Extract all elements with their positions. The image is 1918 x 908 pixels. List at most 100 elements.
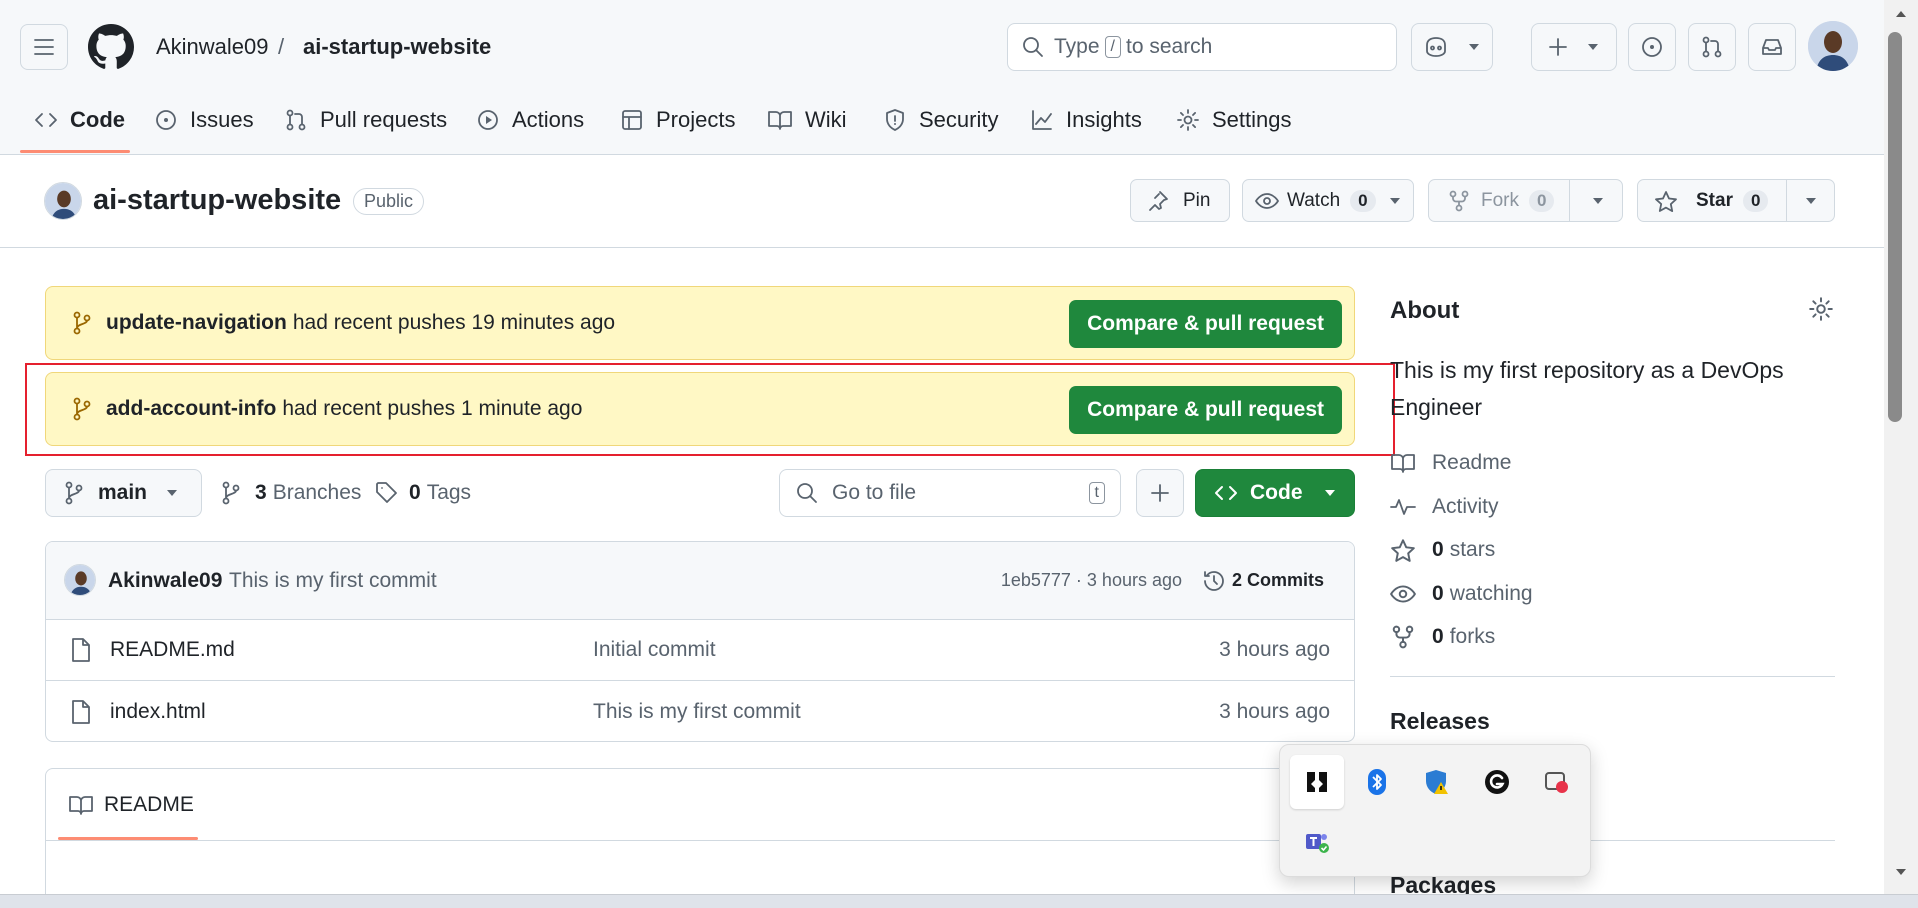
tags-label: Tags — [426, 481, 472, 504]
tab-issues[interactable]: Issues — [154, 102, 254, 138]
tab-insights[interactable]: Insights — [1030, 102, 1142, 138]
tray-app-notification[interactable] — [1530, 755, 1584, 809]
star-button[interactable]: Star 0 — [1637, 179, 1835, 222]
latest-commit-row: Akinwale09 This is my first commit 1eb57… — [46, 542, 1354, 620]
tab-wiki-label: Wiki — [805, 107, 847, 132]
go-to-file-shortcut: t — [1088, 482, 1105, 504]
add-file-button[interactable] — [1136, 469, 1184, 517]
readme-link-label: Readme — [1432, 451, 1512, 474]
forks-label: forks — [1449, 625, 1496, 648]
issues-button[interactable] — [1628, 23, 1676, 71]
copilot-button[interactable] — [1411, 23, 1493, 71]
user-avatar[interactable] — [1808, 21, 1858, 71]
file-row[interactable]: index.html This is my first commit 3 hou… — [46, 681, 1354, 741]
go-to-file-input[interactable]: Go to file t — [779, 469, 1121, 517]
banner-text: had recent pushes 19 minutes ago — [292, 311, 616, 334]
eye-icon — [1390, 585, 1416, 603]
file-commit-message[interactable]: This is my first commit — [593, 700, 801, 724]
stars-link[interactable]: 0 stars — [1390, 538, 1495, 562]
file-icon — [72, 638, 90, 662]
releases-heading[interactable]: Releases — [1390, 708, 1490, 735]
pin-button[interactable]: Pin — [1130, 179, 1230, 222]
fork-icon — [1449, 190, 1469, 211]
file-name[interactable]: index.html — [110, 700, 206, 724]
scrollbar-thumb[interactable] — [1888, 32, 1902, 422]
file-commit-message[interactable]: Initial commit — [593, 638, 716, 662]
commits-count: 2 Commits — [1231, 570, 1324, 590]
commits-history-link[interactable]: 2 Commits — [1202, 569, 1324, 593]
book-icon — [69, 796, 93, 815]
owner-avatar[interactable] — [44, 182, 82, 220]
forks-link[interactable]: 0 forks — [1390, 625, 1495, 649]
pin-icon — [1149, 190, 1168, 211]
tags-link[interactable]: 0 Tags — [375, 481, 471, 505]
watching-link[interactable]: 0 watching — [1390, 582, 1533, 606]
banner-branch-name[interactable]: update-navigation — [106, 311, 287, 335]
book-icon — [768, 111, 792, 130]
compare-pull-request-button[interactable]: Compare & pull request — [1069, 300, 1342, 348]
search-shortcut-key: / — [1104, 36, 1121, 58]
tray-security[interactable] — [1410, 755, 1464, 809]
activity-link-label: Activity — [1432, 495, 1499, 518]
search-prefix: Type — [1054, 35, 1100, 58]
fork-icon — [1392, 625, 1414, 649]
activity-link[interactable]: Activity — [1390, 495, 1499, 519]
tab-actions[interactable]: Actions — [476, 102, 584, 138]
repo-title[interactable]: ai-startup-website — [93, 184, 341, 217]
star-label: Star — [1696, 189, 1733, 211]
commit-message[interactable]: This is my first commit — [229, 569, 437, 593]
eye-icon — [1255, 192, 1279, 209]
table-icon — [622, 110, 642, 130]
fork-button[interactable]: Fork 0 — [1428, 179, 1623, 222]
tab-settings[interactable]: Settings — [1176, 102, 1292, 138]
chevron-down-icon — [1806, 198, 1816, 204]
tab-security[interactable]: Security — [883, 102, 998, 138]
watch-count: 0 — [1350, 189, 1376, 212]
about-settings-button[interactable] — [1808, 296, 1834, 322]
issue-icon — [1642, 37, 1662, 57]
grammarly-icon — [1485, 770, 1509, 794]
stars-label: stars — [1449, 538, 1496, 561]
readme-tab[interactable]: README — [68, 793, 194, 817]
branches-link[interactable]: 3 Branches — [221, 481, 361, 505]
tab-code[interactable]: Code — [34, 102, 125, 138]
breadcrumb-repo[interactable]: ai-startup-website — [303, 34, 491, 60]
file-row[interactable]: README.md Initial commit 3 hours ago — [46, 620, 1354, 681]
tab-wiki[interactable]: Wiki — [767, 102, 847, 138]
menu-button[interactable] — [20, 24, 68, 70]
teams-icon — [1306, 834, 1329, 853]
branches-label: Branches — [272, 481, 362, 504]
readme-panel: README — [45, 768, 1355, 908]
commit-author-avatar[interactable] — [64, 564, 96, 596]
readme-link[interactable]: Readme — [1390, 451, 1511, 475]
tab-projects[interactable]: Projects — [620, 102, 735, 138]
gear-icon — [1177, 109, 1199, 131]
system-tray-overflow — [1279, 744, 1591, 877]
github-logo-icon[interactable] — [88, 24, 134, 70]
book-icon — [1391, 454, 1415, 473]
pull-requests-button[interactable] — [1688, 23, 1736, 71]
plus-icon — [1151, 484, 1169, 502]
pulse-icon — [1390, 499, 1416, 515]
inbox-button[interactable] — [1748, 23, 1796, 71]
file-name[interactable]: README.md — [110, 638, 235, 662]
search-input[interactable]: Type / to search — [1007, 23, 1397, 71]
pull-request-icon — [286, 109, 306, 131]
tab-security-label: Security — [919, 107, 999, 132]
branch-selector[interactable]: main — [45, 469, 202, 517]
tray-app-icon[interactable] — [1290, 755, 1344, 809]
windows-security-warning-icon — [1426, 770, 1448, 794]
tab-code-label: Code — [70, 107, 125, 132]
create-new-button[interactable] — [1531, 23, 1617, 71]
tab-pull-requests[interactable]: Pull requests — [284, 102, 447, 138]
chevron-down-icon — [1469, 44, 1479, 50]
breadcrumb-owner[interactable]: Akinwale09 — [156, 34, 269, 60]
commit-author[interactable]: Akinwale09 — [108, 569, 222, 593]
commit-meta[interactable]: 1eb5777 · 3 hours ago — [1001, 570, 1182, 591]
tray-bluetooth[interactable] — [1350, 755, 1404, 809]
code-dropdown-button[interactable]: Code — [1195, 469, 1355, 517]
watch-button[interactable]: Watch 0 — [1242, 179, 1414, 222]
tray-grammarly[interactable] — [1470, 755, 1524, 809]
tray-teams[interactable] — [1290, 815, 1344, 869]
tab-actions-label: Actions — [512, 107, 585, 132]
